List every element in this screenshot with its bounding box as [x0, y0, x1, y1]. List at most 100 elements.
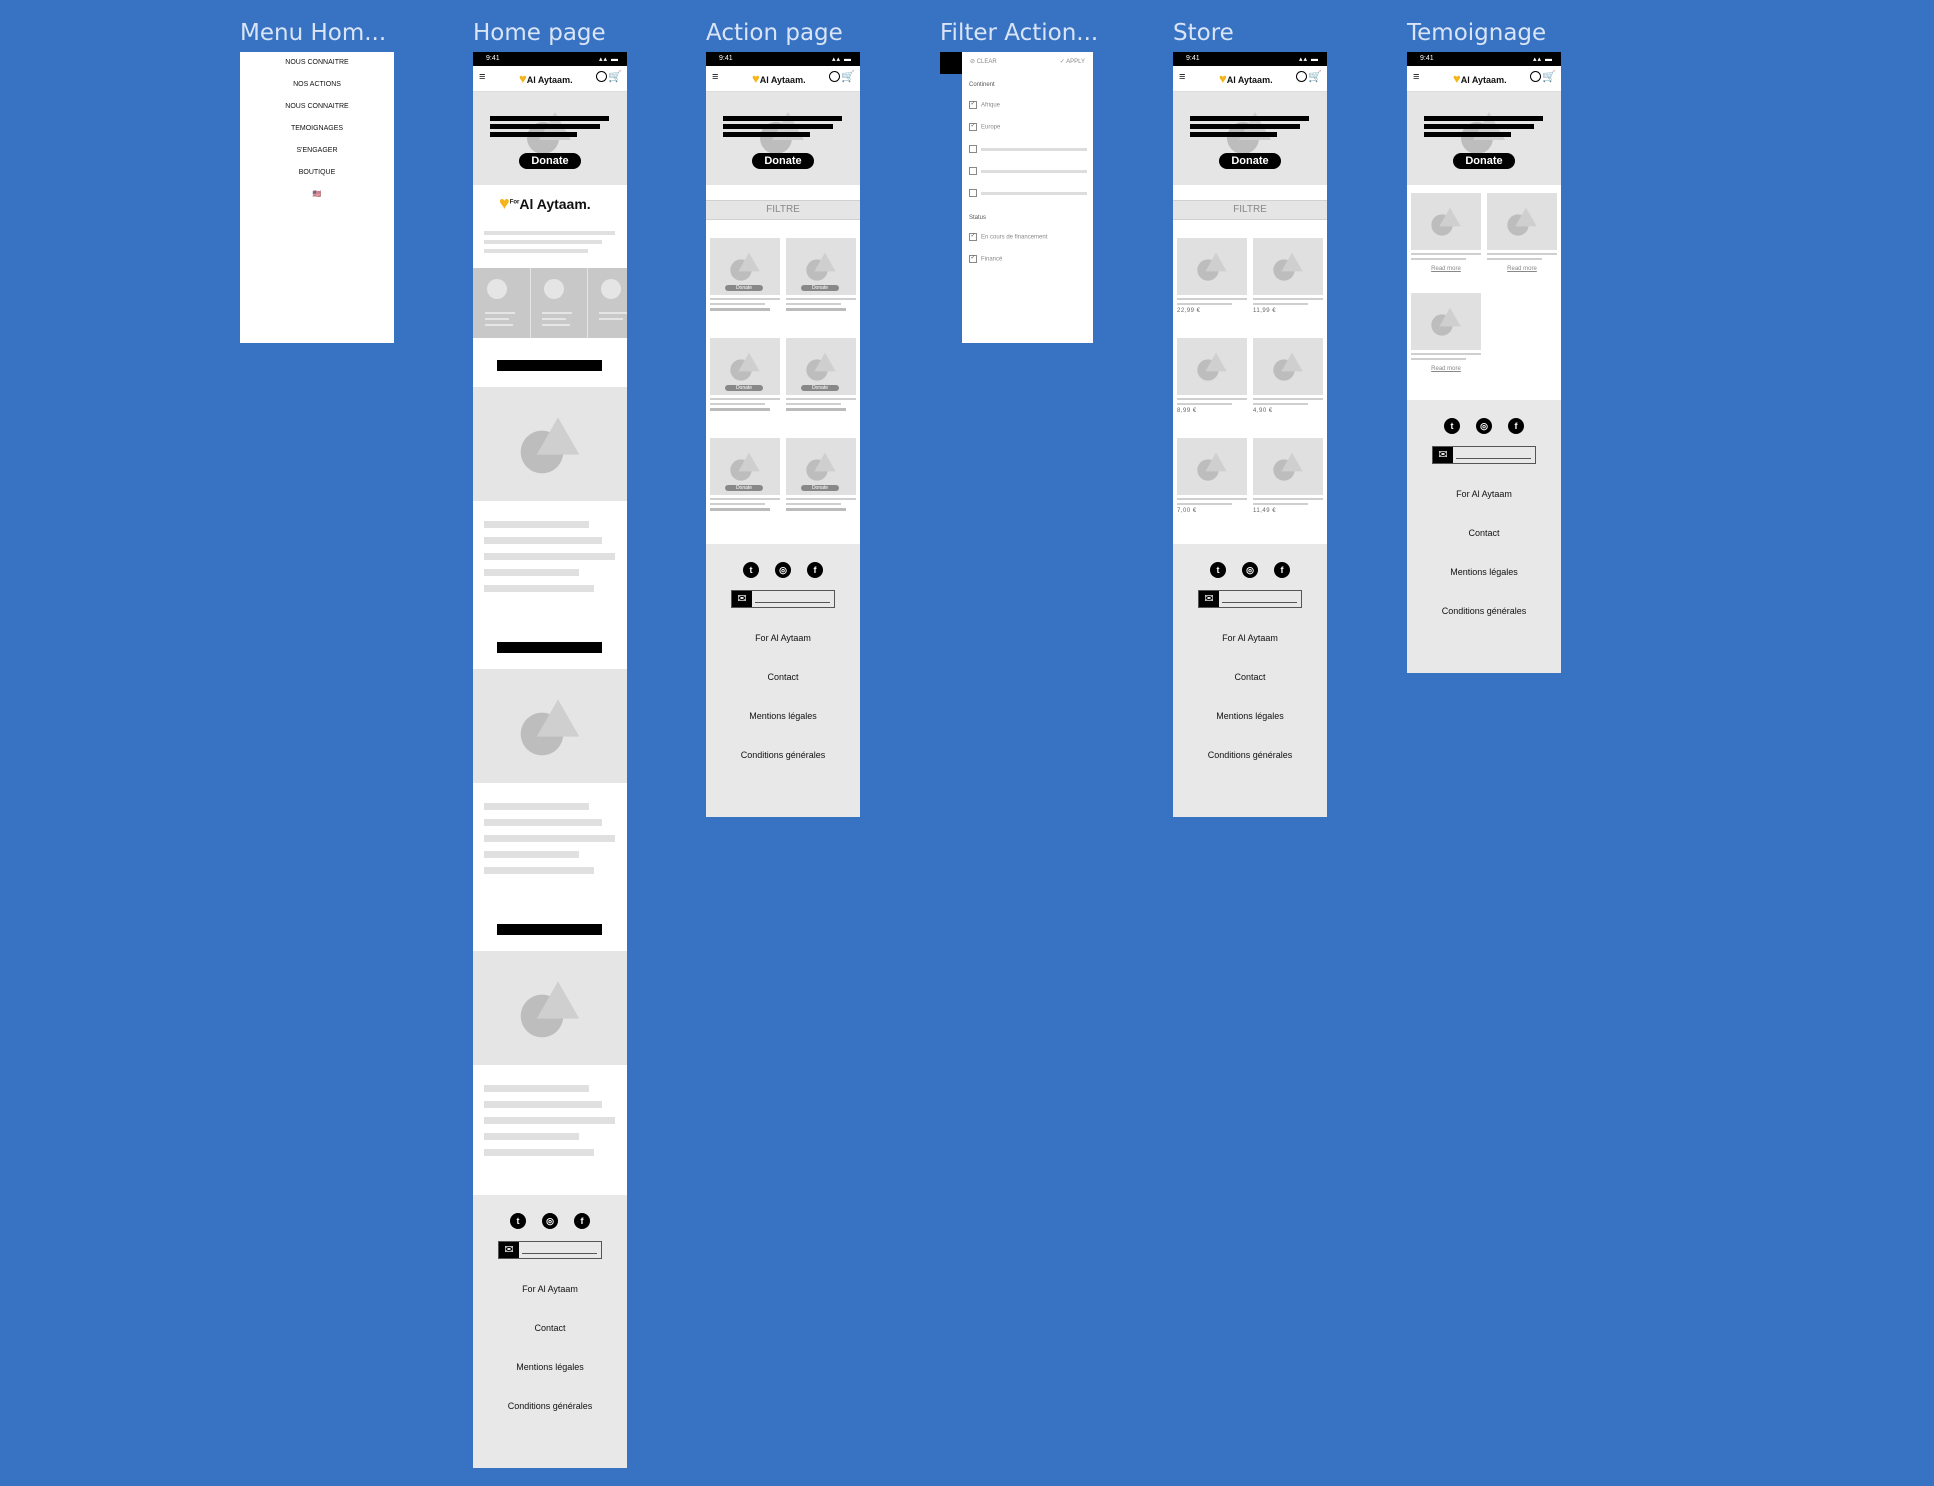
logo[interactable]: ♥Al Aytaam.	[1219, 71, 1273, 86]
cart-icon[interactable]: 🛒	[841, 70, 855, 83]
action-card[interactable]: Donate	[786, 238, 856, 311]
cart-icon[interactable]: 🛒	[608, 70, 622, 83]
cart-icon[interactable]: 🛒	[1308, 70, 1322, 83]
filter-button[interactable]: FILTRE	[706, 200, 860, 220]
checkbox-icon[interactable]	[969, 145, 977, 153]
donate-button[interactable]: Donate	[752, 153, 814, 169]
footer-link[interactable]: Conditions générales	[473, 1401, 627, 1411]
footer-link[interactable]: Conditions générales	[706, 750, 860, 760]
menu-icon[interactable]: ≡	[479, 72, 485, 83]
newsletter-input[interactable]: ✉	[1432, 446, 1536, 464]
footer-link[interactable]: For Al Aytaam	[473, 1284, 627, 1294]
donate-button[interactable]: Donate	[801, 285, 839, 291]
checkbox-checked-icon[interactable]: ✓	[969, 123, 977, 131]
testimonial-card[interactable]: Read more	[1487, 193, 1557, 272]
footer-link[interactable]: Contact	[706, 672, 860, 682]
footer-link[interactable]: Mentions légales	[1173, 711, 1327, 721]
twitter-icon[interactable]: t	[1444, 418, 1460, 434]
donate-button[interactable]: Donate	[725, 385, 763, 391]
filter-option[interactable]: ✓ En cours de financement	[969, 233, 1047, 241]
menu-item[interactable]: TEMOIGNAGES	[240, 118, 394, 140]
donate-button[interactable]: Donate	[519, 153, 581, 169]
twitter-icon[interactable]: t	[510, 1213, 526, 1229]
footer-link[interactable]: Conditions générales	[1173, 750, 1327, 760]
menu-item[interactable]: S'ENGAGER	[240, 140, 394, 162]
user-icon[interactable]	[1530, 71, 1541, 82]
footer-link[interactable]: Conditions générales	[1407, 606, 1561, 616]
footer-link[interactable]: Mentions légales	[473, 1362, 627, 1372]
checkbox-icon[interactable]	[969, 167, 977, 175]
cart-icon[interactable]: 🛒	[1542, 70, 1556, 83]
menu-item[interactable]: NOUS CONNAITRE	[240, 52, 394, 74]
action-card[interactable]: Donate	[710, 438, 780, 511]
instagram-icon[interactable]: ◎	[1476, 418, 1492, 434]
user-icon[interactable]	[596, 71, 607, 82]
checkbox-checked-icon[interactable]: ✓	[969, 233, 977, 241]
footer-link[interactable]: For Al Aytaam	[1407, 489, 1561, 499]
product-card[interactable]: 11,99 €	[1253, 238, 1323, 314]
instagram-icon[interactable]: ◎	[1242, 562, 1258, 578]
product-card[interactable]: 22,99 €	[1177, 238, 1247, 314]
product-card[interactable]: 4,90 €	[1253, 338, 1323, 414]
footer-link[interactable]: Mentions légales	[1407, 567, 1561, 577]
footer-link[interactable]: Contact	[473, 1323, 627, 1333]
twitter-icon[interactable]: t	[743, 562, 759, 578]
menu-icon[interactable]: ≡	[712, 72, 718, 83]
checkbox-icon[interactable]	[969, 189, 977, 197]
read-more-link[interactable]: Read more	[1411, 266, 1481, 272]
donate-button[interactable]: Donate	[1453, 153, 1515, 169]
menu-item[interactable]: BOUTIQUE	[240, 162, 394, 184]
flag-icon[interactable]: 🇺🇸	[240, 184, 394, 206]
filter-option[interactable]: ✓ Europe	[969, 123, 1000, 131]
newsletter-input[interactable]: ✉	[1198, 590, 1302, 608]
action-card[interactable]: Donate	[786, 438, 856, 511]
filter-option[interactable]	[969, 189, 1087, 197]
carousel[interactable]	[473, 268, 627, 338]
newsletter-input[interactable]: ✉	[731, 590, 835, 608]
read-more-link[interactable]: Read more	[1487, 266, 1557, 272]
menu-item[interactable]: NOS ACTIONS	[240, 74, 394, 96]
twitter-icon[interactable]: t	[1210, 562, 1226, 578]
footer-link[interactable]: Mentions légales	[706, 711, 860, 721]
filter-button[interactable]: FILTRE	[1173, 200, 1327, 220]
donate-button[interactable]: Donate	[725, 285, 763, 291]
instagram-icon[interactable]: ◎	[775, 562, 791, 578]
donate-button[interactable]: Donate	[1219, 153, 1281, 169]
facebook-icon[interactable]: f	[1508, 418, 1524, 434]
footer-link[interactable]: For Al Aytaam	[1173, 633, 1327, 643]
newsletter-input[interactable]: ✉	[498, 1241, 602, 1259]
menu-icon[interactable]: ≡	[1413, 72, 1419, 83]
product-card[interactable]: 11,49 €	[1253, 438, 1323, 514]
donate-button[interactable]: Donate	[725, 485, 763, 491]
donate-button[interactable]: Donate	[801, 485, 839, 491]
footer-link[interactable]: For Al Aytaam	[706, 633, 860, 643]
facebook-icon[interactable]: f	[807, 562, 823, 578]
logo[interactable]: ♥Al Aytaam.	[1453, 71, 1507, 86]
donate-button[interactable]: Donate	[801, 385, 839, 391]
user-icon[interactable]	[1296, 71, 1307, 82]
filter-option[interactable]: ✓ Financé	[969, 255, 1002, 263]
logo[interactable]: ♥Al Aytaam.	[519, 71, 573, 86]
filter-option[interactable]	[969, 145, 1087, 153]
facebook-icon[interactable]: f	[574, 1213, 590, 1229]
menu-icon[interactable]: ≡	[1179, 72, 1185, 83]
action-card[interactable]: Donate	[710, 238, 780, 311]
testimonial-card[interactable]: Read more	[1411, 193, 1481, 272]
footer-link[interactable]: Contact	[1173, 672, 1327, 682]
menu-item[interactable]: NOUS CONNAITRE	[240, 96, 394, 118]
checkbox-checked-icon[interactable]: ✓	[969, 101, 977, 109]
testimonial-card[interactable]: Read more	[1411, 293, 1481, 372]
product-card[interactable]: 8,99 €	[1177, 338, 1247, 414]
read-more-link[interactable]: Read more	[1411, 366, 1481, 372]
filter-option[interactable]: ✓ Afrique	[969, 101, 1000, 109]
instagram-icon[interactable]: ◎	[542, 1213, 558, 1229]
filter-option[interactable]	[969, 167, 1087, 175]
footer-link[interactable]: Contact	[1407, 528, 1561, 538]
action-card[interactable]: Donate	[710, 338, 780, 411]
facebook-icon[interactable]: f	[1274, 562, 1290, 578]
action-card[interactable]: Donate	[786, 338, 856, 411]
user-icon[interactable]	[829, 71, 840, 82]
clear-button[interactable]: ⊘ CLEAR	[970, 58, 997, 65]
apply-button[interactable]: ✓ APPLY	[1060, 58, 1085, 65]
checkbox-checked-icon[interactable]: ✓	[969, 255, 977, 263]
